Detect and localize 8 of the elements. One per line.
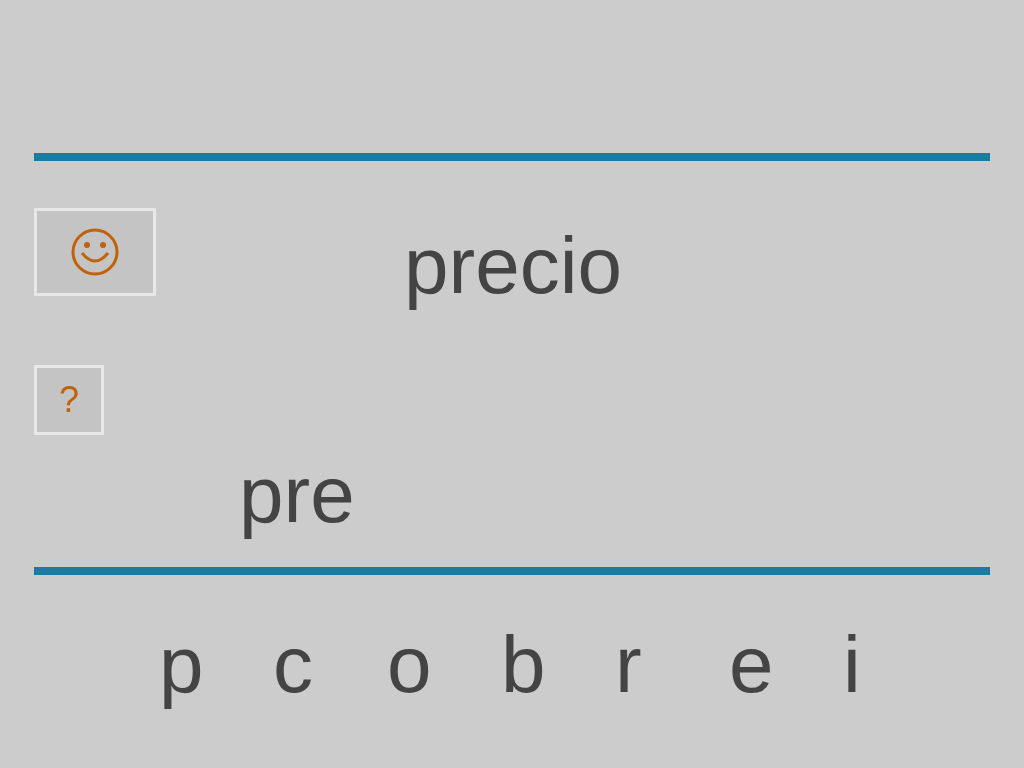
letter-tile[interactable]: b bbox=[501, 625, 615, 705]
letter-tile[interactable]: e bbox=[729, 625, 843, 705]
smiley-icon bbox=[70, 227, 120, 277]
letter-tile[interactable]: c bbox=[273, 625, 387, 705]
letter-tile[interactable]: i bbox=[843, 625, 957, 705]
letter-tile[interactable]: r bbox=[615, 625, 729, 705]
smiley-button[interactable] bbox=[34, 208, 156, 296]
letter-tile[interactable]: o bbox=[387, 625, 501, 705]
